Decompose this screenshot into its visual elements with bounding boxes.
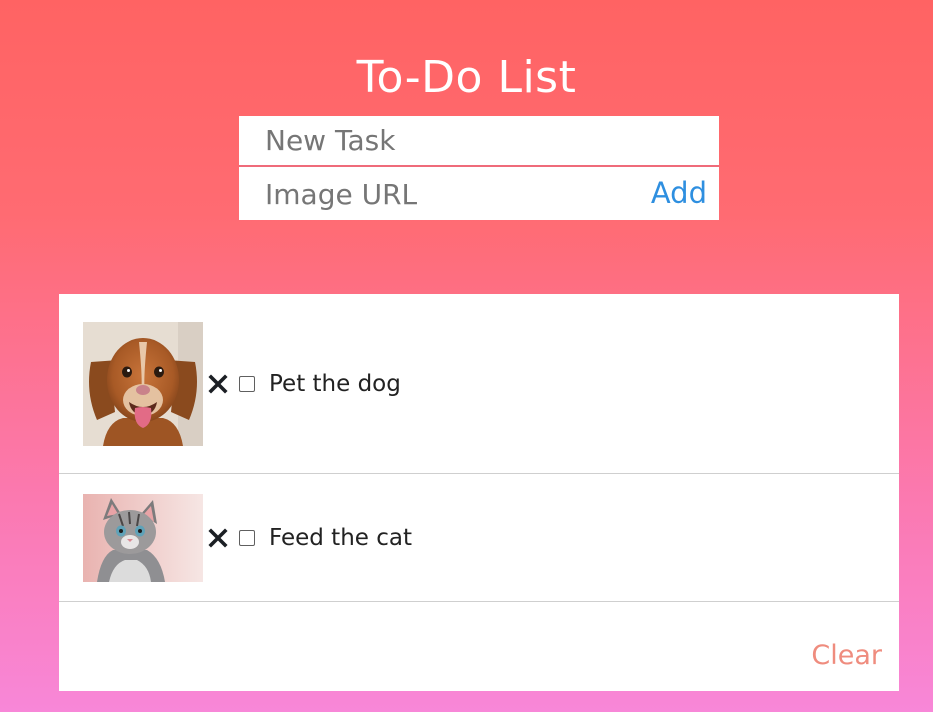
clear-button[interactable]: Clear xyxy=(811,640,882,671)
task-item: Pet the dog xyxy=(59,294,899,474)
new-task-input[interactable] xyxy=(239,116,719,167)
page-title: To-Do List xyxy=(356,52,577,103)
task-card: Pet the dog Feed the cat Clear xyxy=(59,294,899,691)
new-task-form: Add xyxy=(239,116,719,220)
task-checkbox[interactable] xyxy=(239,529,255,546)
task-label: Pet the dog xyxy=(269,370,401,397)
close-icon xyxy=(208,527,228,548)
delete-task-button[interactable] xyxy=(207,527,229,549)
close-icon xyxy=(208,373,228,394)
dog-photo xyxy=(83,321,203,446)
task-checkbox[interactable] xyxy=(239,375,255,392)
task-list: Pet the dog Feed the cat xyxy=(59,294,899,602)
add-button[interactable]: Add xyxy=(651,169,707,217)
task-label: Feed the cat xyxy=(269,524,412,551)
dog-photo-thumbnail xyxy=(83,321,203,446)
task-item: Feed the cat xyxy=(59,474,899,602)
image-url-input[interactable] xyxy=(239,169,629,220)
cat-photo xyxy=(83,493,203,582)
delete-task-button[interactable] xyxy=(207,373,229,395)
cat-photo-thumbnail xyxy=(83,493,203,582)
